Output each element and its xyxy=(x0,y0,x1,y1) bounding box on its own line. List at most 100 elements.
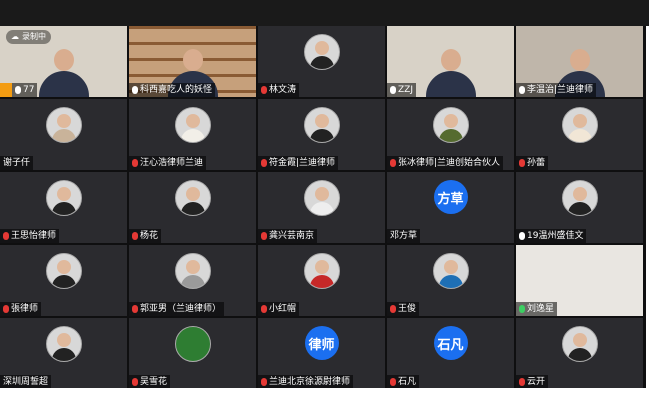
participant-tile[interactable]: 云开 xyxy=(516,318,643,389)
avatar xyxy=(174,107,211,143)
mic-icon xyxy=(390,86,396,94)
mic-muted-icon xyxy=(390,305,396,313)
participant-video xyxy=(425,49,476,97)
participant-name: 19温州盛佳文 xyxy=(516,229,587,243)
avatar xyxy=(45,326,82,362)
mic-icon xyxy=(519,86,525,94)
avatar xyxy=(174,253,211,289)
participant-name: 林文涛 xyxy=(258,83,300,97)
mic-muted-icon xyxy=(261,378,267,386)
participant-tile[interactable]: 汪心浩律师兰迪 xyxy=(129,99,256,170)
participant-name: 杨花 xyxy=(129,229,162,243)
mic-muted-icon xyxy=(390,378,396,386)
mic-icon xyxy=(132,86,138,94)
participant-tile[interactable]: 杨花 xyxy=(129,172,256,243)
mic-muted-icon xyxy=(132,305,138,313)
participant-name: 石凡 xyxy=(387,375,420,389)
participant-name: 汪心浩律师兰迪 xyxy=(129,156,207,170)
avatar xyxy=(432,253,469,289)
mic-muted-icon xyxy=(261,305,267,313)
avatar xyxy=(303,107,340,143)
avatar xyxy=(561,107,598,143)
participant-tile[interactable]: 吴雪花 xyxy=(129,318,256,389)
avatar xyxy=(174,180,211,216)
avatar xyxy=(303,34,340,70)
top-bar xyxy=(0,0,649,26)
recording-badge: ☁ 录制中 xyxy=(6,30,51,44)
participant-tile[interactable]: 方草 邓方草 xyxy=(387,172,514,243)
participant-name: 吴雪花 xyxy=(129,375,171,389)
participant-name: ZZJ xyxy=(387,83,416,97)
participant-name: 科西嘉吃人的妖怪 xyxy=(129,83,216,97)
participant-video xyxy=(38,49,89,97)
participant-tile[interactable]: 19温州盛佳文 xyxy=(516,172,643,243)
participant-tile[interactable]: 深圳周誓超 xyxy=(0,318,127,389)
participant-tile[interactable]: 小红帽 xyxy=(258,245,385,316)
participant-name: 李温治|兰迪律师 xyxy=(516,83,597,97)
participant-tile-speaking[interactable]: 刘逸星 xyxy=(516,245,643,316)
participant-name: 刘逸星 xyxy=(516,302,558,316)
avatar xyxy=(45,253,82,289)
participant-name: 云开 xyxy=(516,375,549,389)
participant-tile[interactable]: 科西嘉吃人的妖怪 xyxy=(129,26,256,97)
avatar xyxy=(303,253,340,289)
participant-tile[interactable]: 王俊 xyxy=(387,245,514,316)
avatar xyxy=(561,180,598,216)
participant-tile[interactable]: 张冰律师|兰迪创始合伙人 xyxy=(387,99,514,170)
avatar xyxy=(45,180,82,216)
participant-name: 张冰律师|兰迪创始合伙人 xyxy=(387,156,504,170)
avatar: 律师 xyxy=(304,326,339,360)
participant-name: 小红帽 xyxy=(258,302,300,316)
bottom-strip xyxy=(0,388,649,418)
participant-tile[interactable]: 石凡 石凡 xyxy=(387,318,514,389)
mic-active-icon xyxy=(519,305,525,313)
mic-muted-icon xyxy=(519,378,525,386)
cloud-icon: ☁ xyxy=(11,32,19,41)
participant-tile[interactable]: 李温治|兰迪律师 xyxy=(516,26,643,97)
participant-tile[interactable]: 郭亚男（兰迪律师） xyxy=(129,245,256,316)
participant-tile[interactable]: 龚兴芸南京 xyxy=(258,172,385,243)
participant-tile[interactable]: 律师 兰迪北京徐源尉律师 xyxy=(258,318,385,389)
mic-muted-icon xyxy=(132,378,138,386)
participant-tile[interactable]: 孙蕾 xyxy=(516,99,643,170)
participant-tile[interactable]: 林文涛 xyxy=(258,26,385,97)
mic-muted-icon xyxy=(261,159,267,167)
participant-name: 郭亚男（兰迪律师） xyxy=(129,302,225,316)
participant-tile[interactable]: 張律师 xyxy=(0,245,127,316)
avatar: 方草 xyxy=(433,180,468,214)
participant-tile[interactable]: ZZJ xyxy=(387,26,514,97)
participant-name: 谢子仟 xyxy=(0,156,34,170)
mic-muted-icon xyxy=(132,159,138,167)
mic-icon xyxy=(519,232,525,240)
participant-name: 兰迪北京徐源尉律师 xyxy=(258,375,354,389)
mic-icon xyxy=(15,86,21,94)
participant-name: 張律师 xyxy=(0,302,42,316)
participant-name: 深圳周誓超 xyxy=(0,375,52,389)
participant-grid: ☁ 录制中 77 科西嘉吃人的妖怪 林文涛 ZZJ 李温治|兰迪律师 谢子仟 汪… xyxy=(0,26,646,389)
participant-name: 王俊 xyxy=(387,302,420,316)
participant-tile[interactable]: 王思怡律师 xyxy=(0,172,127,243)
participant-tile[interactable]: 符金霞|兰迪律师 xyxy=(258,99,385,170)
mic-muted-icon xyxy=(390,159,396,167)
participant-name: 邓方草 xyxy=(387,229,421,243)
avatar: 石凡 xyxy=(433,326,468,360)
mic-muted-icon xyxy=(261,232,267,240)
participant-tile[interactable]: 谢子仟 xyxy=(0,99,127,170)
participant-name: 孙蕾 xyxy=(516,156,549,170)
avatar xyxy=(561,326,598,362)
participant-tile[interactable]: ☁ 录制中 77 xyxy=(0,26,127,97)
meeting-window: ☁ 录制中 77 科西嘉吃人的妖怪 林文涛 ZZJ 李温治|兰迪律师 谢子仟 汪… xyxy=(0,0,649,418)
mic-muted-icon xyxy=(132,232,138,240)
avatar xyxy=(303,180,340,216)
participant-name: 王思怡律师 xyxy=(0,229,60,243)
avatar xyxy=(432,107,469,143)
mic-muted-icon xyxy=(261,86,267,94)
host-icon xyxy=(0,83,12,97)
mic-muted-icon xyxy=(3,232,9,240)
participant-name: 符金霞|兰迪律师 xyxy=(258,156,339,170)
participant-count: 77 xyxy=(12,83,38,97)
avatar xyxy=(45,107,82,143)
participant-name: 龚兴芸南京 xyxy=(258,229,318,243)
avatar xyxy=(174,326,211,362)
mic-muted-icon xyxy=(3,305,9,313)
